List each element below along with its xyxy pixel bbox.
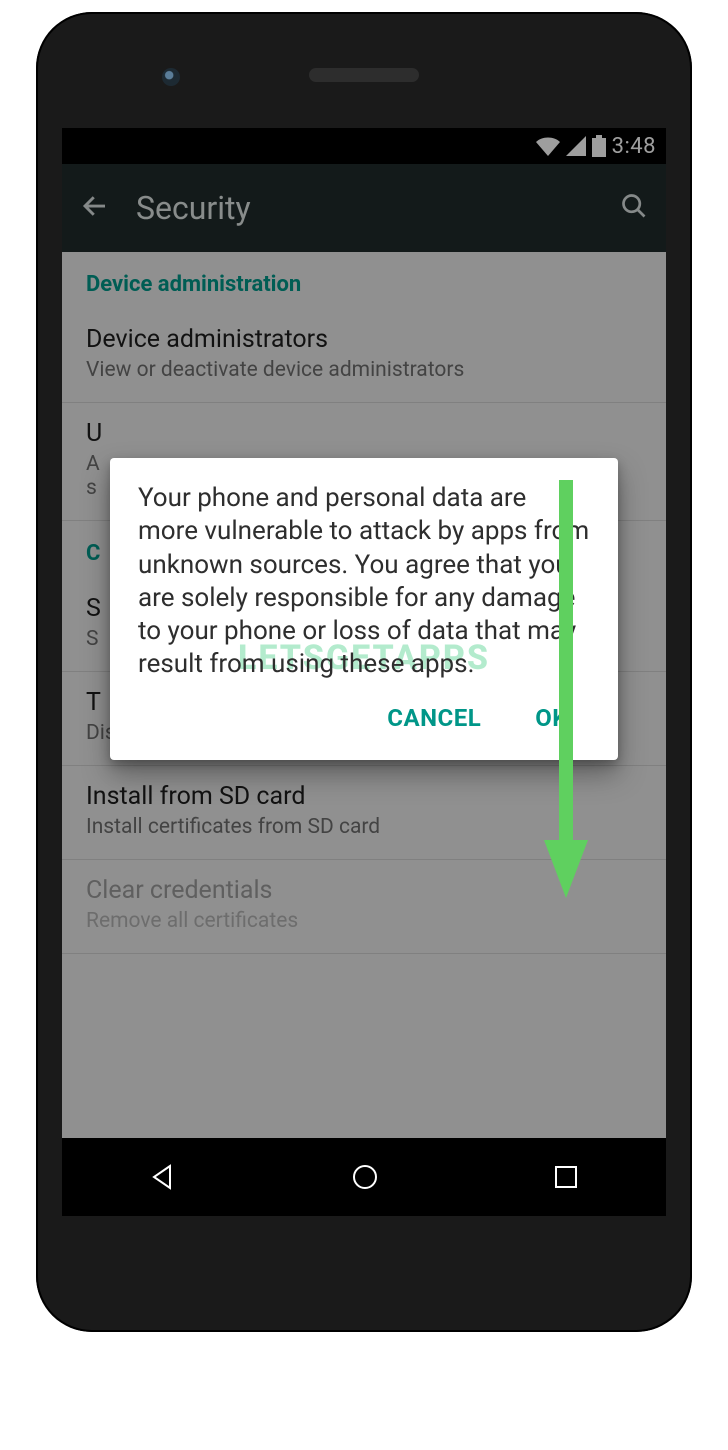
- front-camera: [162, 68, 180, 86]
- nav-back-icon[interactable]: [148, 1162, 178, 1192]
- nav-home-icon[interactable]: [350, 1162, 380, 1192]
- navigation-bar: [62, 1138, 666, 1216]
- dialog-actions: CANCEL OK: [138, 682, 590, 750]
- cancel-button[interactable]: CANCEL: [387, 704, 481, 732]
- dialog-message: Your phone and personal data are more vu…: [138, 482, 590, 682]
- phone-screen: 3:48 Security Device administration Devi…: [62, 128, 666, 1216]
- ok-button[interactable]: OK: [535, 704, 568, 732]
- device-top-bezel: [36, 12, 692, 122]
- earpiece-speaker: [309, 68, 419, 82]
- nav-recent-icon[interactable]: [552, 1163, 580, 1191]
- unknown-sources-dialog: LETSGETAPPS Your phone and personal data…: [110, 458, 618, 760]
- phone-device-frame: 3:48 Security Device administration Devi…: [36, 12, 692, 1332]
